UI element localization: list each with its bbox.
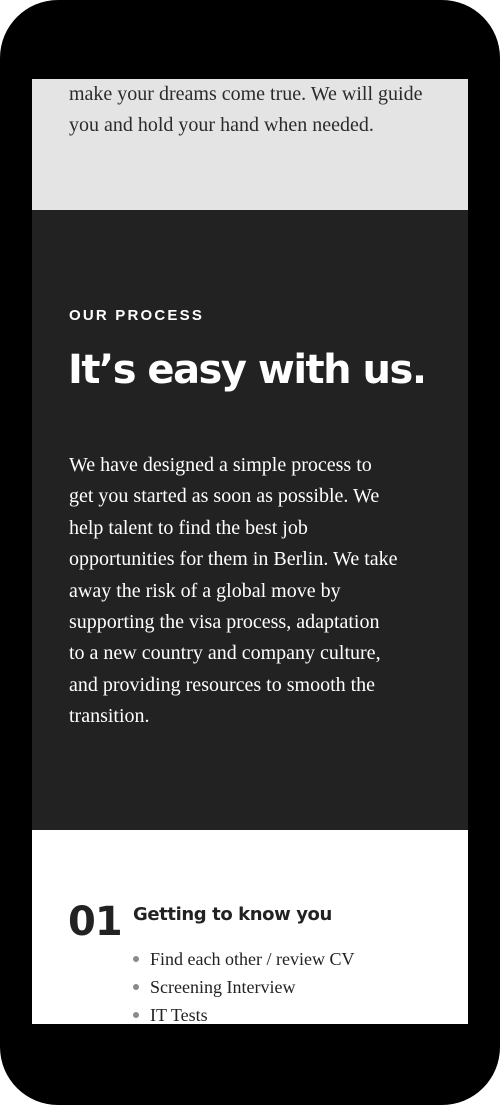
list-item-text: IT Tests: [150, 1005, 208, 1024]
list-item: Screening Interview: [133, 973, 453, 1001]
process-section: OUR PROCESS It’s easy with us. We have d…: [32, 210, 468, 830]
section-eyebrow: OUR PROCESS: [69, 307, 205, 324]
intro-text: make your dreams come true. We will guid…: [69, 83, 423, 136]
section-heading: It’s easy with us.: [68, 347, 427, 393]
steps-section: 01 Getting to know you Find each other /…: [32, 830, 468, 1024]
list-item: Find each other / review CV: [133, 945, 453, 973]
step-number: 01: [68, 899, 123, 945]
bullet-icon: [133, 984, 139, 990]
intro-section: make your dreams come true. We will guid…: [32, 79, 468, 210]
bullet-icon: [133, 1012, 139, 1018]
list-item-text: Screening Interview: [150, 977, 296, 997]
process-description: We have designed a simple process to get…: [69, 454, 398, 728]
device-frame: make your dreams come true. We will guid…: [0, 0, 500, 1105]
step-title: Getting to know you: [133, 904, 332, 925]
screen: make your dreams come true. We will guid…: [32, 79, 468, 1024]
step-list: Find each other / review CV Screening In…: [133, 945, 453, 1024]
list-item: IT Tests: [133, 1001, 453, 1024]
list-item-text: Find each other / review CV: [150, 949, 355, 969]
bullet-icon: [133, 956, 139, 962]
